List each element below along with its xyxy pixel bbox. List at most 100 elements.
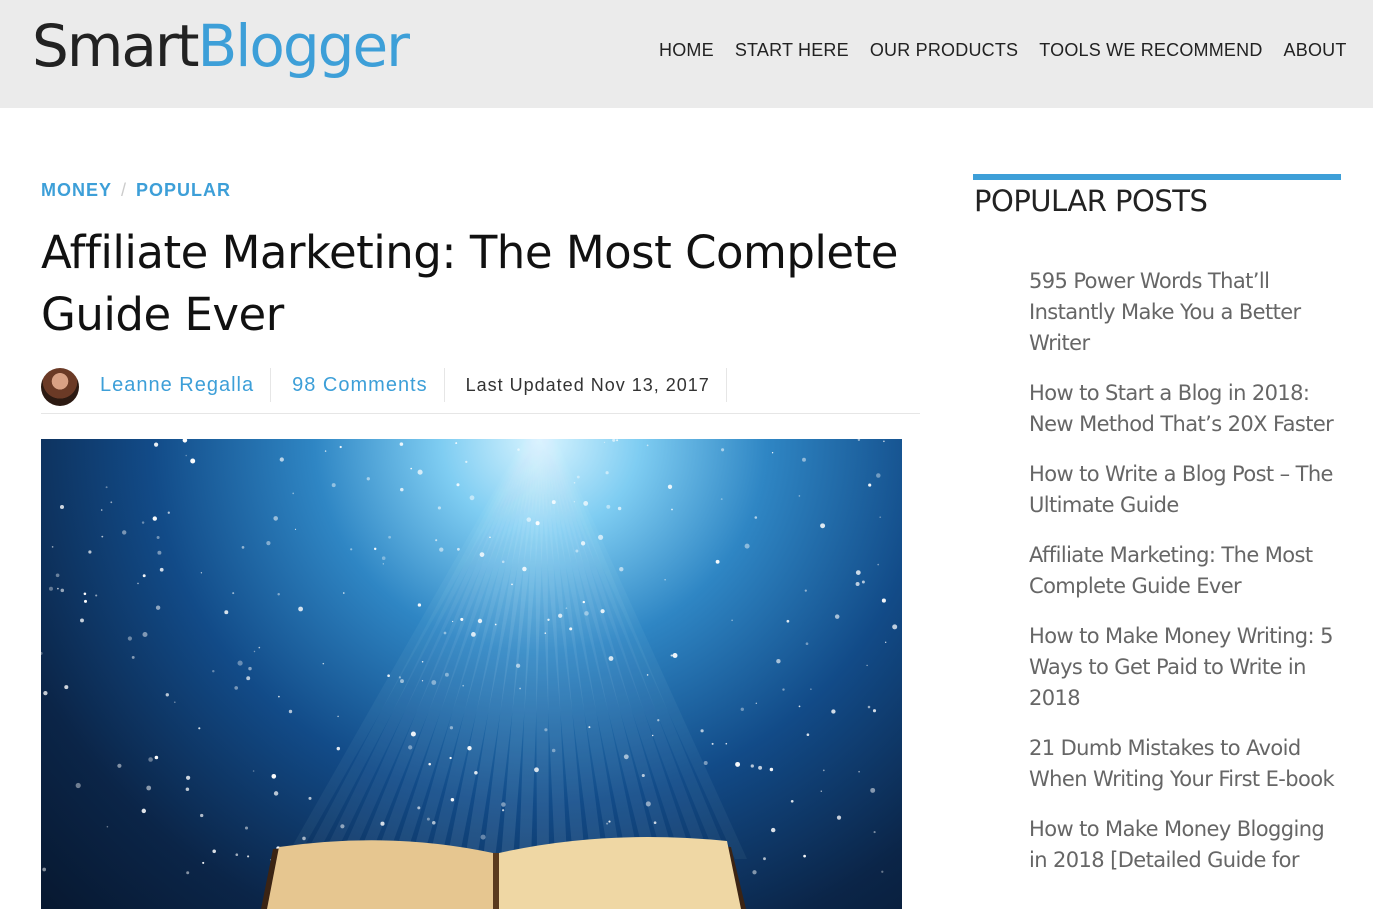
sparkle [185,787,190,791]
sparkle [573,482,576,484]
sparkle [721,448,725,452]
sparkle [517,448,520,451]
author-link[interactable]: Leanne Regalla [79,368,272,402]
sparkle [141,808,147,814]
sparkle [449,756,452,760]
sparkle [836,815,842,820]
popular-post-link[interactable]: How to Make Money Blogging in 2018 [Deta… [1029,814,1344,876]
sparkle [820,523,826,529]
popular-post-link[interactable]: How to Start a Blog in 2018: New Method … [1029,378,1344,440]
sparkle [608,820,611,823]
sparkle [502,809,505,812]
sparkle [641,773,645,778]
sparkle [60,588,65,593]
sparkle [167,511,170,514]
sparkle [885,641,887,643]
sparkle [804,589,807,592]
sparkle [248,666,252,671]
sparkle [769,767,774,772]
popular-post-link[interactable]: 595 Power Words That’ll Instantly Make Y… [1029,266,1344,359]
sparkle [881,870,884,873]
sparkle [83,599,88,603]
sparkle [399,442,404,446]
article-meta: Leanne Regalla 98 Comments Last Updated … [41,368,920,414]
sparkle [273,791,279,796]
sparkle [331,483,336,488]
nav-home[interactable]: HOME [659,38,714,62]
sparkle [580,541,586,546]
sparkle [298,606,304,612]
nav-tools-we-recommend[interactable]: TOOLS WE RECOMMEND [1039,38,1262,62]
sparkle [64,685,69,690]
sparkle [519,687,521,690]
sparkle [802,457,806,462]
sparkle [872,709,877,713]
sparkle [443,631,447,635]
sparkle [101,535,104,538]
sparkle [294,528,297,531]
sparkle [258,646,261,649]
sparkle [806,733,810,737]
sparkle [253,650,256,653]
sparkle [672,652,678,659]
author-avatar[interactable] [41,368,79,406]
nav-start-here[interactable]: START HERE [735,38,849,62]
sparkle [117,763,122,768]
sparkle [159,567,164,572]
sparkle [154,442,159,447]
logo-blogger: Blogger [197,12,410,80]
sparkle [667,484,673,489]
sparkle [450,797,455,802]
sparkle [381,556,386,560]
sparkle [417,806,421,810]
sparkle [460,617,464,621]
nav-about[interactable]: ABOUT [1284,38,1347,62]
sparkle [858,770,860,773]
sparkle [408,745,413,750]
popular-posts-list: 595 Power Words That’ll Instantly Make Y… [1029,266,1344,895]
nav-our-products[interactable]: OUR PRODUCTS [870,38,1018,62]
sparkle [653,821,657,825]
sparkle [479,552,485,557]
sparkle [212,849,216,854]
category-separator: / [121,180,128,200]
sparkle [322,662,325,665]
featured-image [41,439,902,909]
sparkle [185,775,191,780]
site-logo[interactable]: SmartBlogger [32,10,410,82]
sparkle [387,674,390,678]
sparkle [339,445,342,449]
sparkle [432,821,436,825]
sparkle [605,471,609,475]
sparkle [100,509,103,511]
sparkle [146,785,152,791]
sparkle [277,592,280,596]
sparkle [173,701,176,704]
sparkle [810,688,812,690]
sparkle [881,598,886,603]
popular-post-link[interactable]: How to Make Money Writing: 5 Ways to Get… [1029,621,1344,714]
sparkle [105,486,108,489]
category-money[interactable]: MONEY [41,180,112,200]
popular-posts-heading: POPULAR POSTS [974,184,1208,218]
sparkle [83,592,87,596]
sparkle [786,619,790,623]
sparkle [288,709,293,714]
sparkle [43,690,48,696]
sparkle [575,549,579,553]
sparkle [657,719,660,722]
sparkle [612,439,616,442]
sparkle [855,570,861,575]
sparkle [340,824,345,829]
sparkle [855,582,860,586]
comments-link[interactable]: 98 Comments [271,368,445,402]
sparkle [754,516,758,519]
popular-post-link[interactable]: How to Write a Blog Post – The Ultimate … [1029,459,1344,521]
sparkle [583,500,589,506]
category-popular[interactable]: POPULAR [136,180,231,200]
sparkle [127,636,133,641]
popular-post-link[interactable]: Affiliate Marketing: The Most Complete G… [1029,540,1344,602]
popular-post-link[interactable]: 21 Dumb Mistakes to Avoid When Writing Y… [1029,733,1344,795]
sparkle [834,614,840,619]
sparkle [735,761,741,767]
